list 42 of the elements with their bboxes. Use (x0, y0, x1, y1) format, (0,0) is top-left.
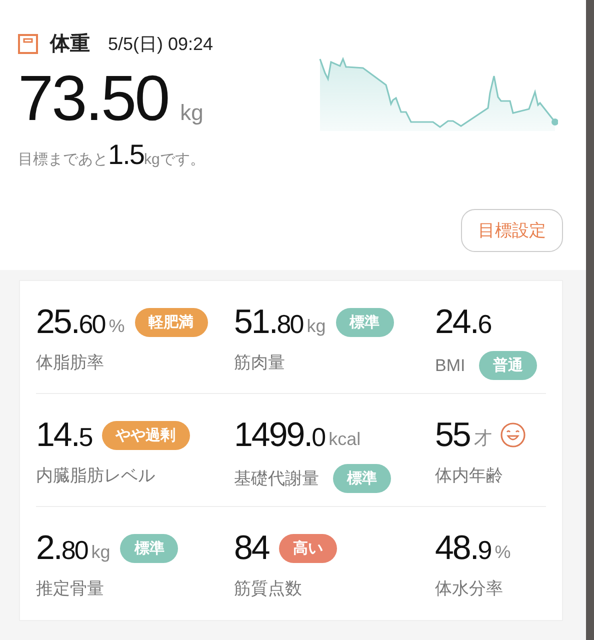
goal-suffix: です。 (160, 150, 205, 169)
goal-setting-button[interactable]: 目標設定 (461, 209, 563, 252)
metric-label: 筋質点数 (234, 578, 302, 600)
metric-label: 体内年齢 (435, 465, 503, 487)
metric-label: BMI (435, 356, 466, 376)
metric-unit: kg (306, 316, 326, 337)
metric-unit: kcal (328, 429, 361, 450)
metric-value: 84 (234, 528, 269, 568)
status-badge: 高い (278, 534, 337, 562)
metric-label: 体水分率 (435, 578, 503, 600)
measure-datetime: 5/5(日) 09:24 (108, 32, 214, 56)
page-title: 体重 (50, 32, 90, 57)
status-badge: 標準 (333, 464, 391, 493)
metric-value: 25.60 (36, 302, 105, 342)
metric-label: 体脂肪率 (36, 352, 104, 374)
metric-label: 推定骨量 (36, 578, 104, 600)
metric-value: 2.80 (36, 528, 88, 568)
metric-unit: 才 (474, 427, 492, 450)
status-badge: 軽肥満 (134, 308, 208, 336)
metric-value: 51.80 (234, 302, 303, 342)
weight-value: 73.50 (18, 61, 168, 135)
status-badge: 標準 (336, 308, 394, 336)
metric-label: 内臓脂肪レベル (36, 465, 155, 487)
metric-unit: kg (91, 542, 110, 563)
goal-amount: 1.5 (108, 139, 144, 171)
weight-unit: kg (180, 100, 204, 126)
metric-value: 48.9 (435, 528, 491, 568)
status-badge: 標準 (120, 534, 178, 562)
metric-value: 24.6 (435, 302, 491, 342)
goal-prefix: 目標まであと (18, 150, 108, 169)
metric-label: 基礎代謝量 (234, 468, 319, 490)
smiley-face-icon (500, 422, 526, 448)
status-badge: やや過剰 (102, 420, 190, 450)
metric-value: 55 (435, 416, 470, 454)
status-badge: 普通 (479, 351, 538, 380)
metric-label: 筋肉量 (234, 352, 285, 374)
metric-unit: % (494, 542, 511, 563)
goal-unit: kg (144, 151, 160, 168)
metric-unit: % (108, 316, 125, 337)
metric-value: 1499.0 (234, 416, 325, 454)
metric-value: 14.5 (36, 416, 92, 454)
scale-icon (18, 34, 38, 54)
